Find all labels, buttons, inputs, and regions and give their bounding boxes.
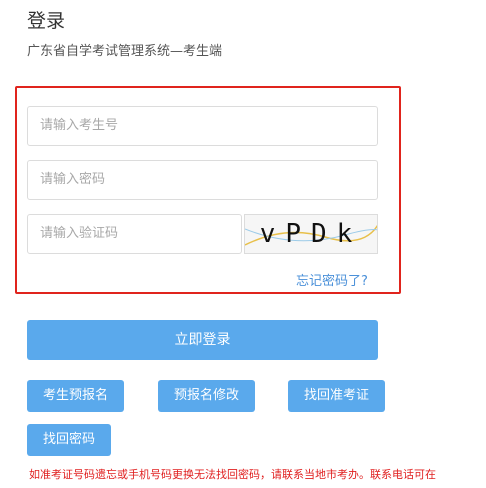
recover-admission-button[interactable]: 找回准考证	[288, 380, 385, 412]
captcha-text: vPDk	[259, 219, 363, 249]
login-button[interactable]: 立即登录	[27, 320, 378, 360]
captcha-input[interactable]: 请输入验证码	[27, 214, 242, 254]
system-subtitle: 广东省自学考试管理系统—考生端	[27, 44, 223, 59]
exam-number-input[interactable]: 请输入考生号	[27, 106, 378, 146]
edit-pre-register-button[interactable]: 预报名修改	[158, 380, 255, 412]
password-input[interactable]: 请输入密码	[27, 160, 378, 200]
pre-register-button[interactable]: 考生预报名	[27, 380, 124, 412]
notice-text: 如准考证号码遗忘或手机号码更换无法找回密码，请联系当地市考办。联系电话可在	[29, 468, 436, 481]
captcha-image[interactable]: vPDk	[244, 214, 378, 254]
forgot-password-link[interactable]: 忘记密码了?	[296, 270, 368, 289]
page-title: 登录	[27, 10, 66, 32]
recover-password-button[interactable]: 找回密码	[27, 424, 111, 456]
